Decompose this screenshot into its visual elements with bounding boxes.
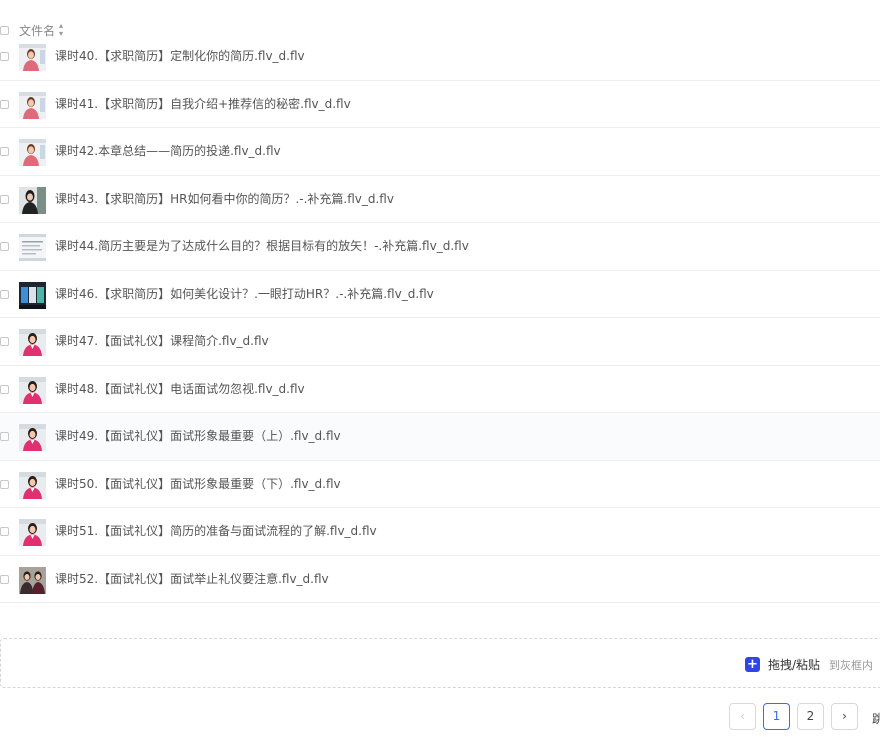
file-name[interactable]: 课时42.本章总结——简历的投递.flv_d.flv [55,142,281,159]
video-thumbnail [19,376,46,404]
dropzone-hint: 到灰框内 [829,659,873,672]
file-name[interactable]: 课时43.【求职简历】HR如何看中你的简历？.-.补充篇.flv_d.flv [55,190,394,207]
jump-to-page-label: 跳 [872,712,880,726]
video-thumbnail [19,281,46,309]
file-row[interactable]: 课时42.本章总结——简历的投递.flv_d.flv [0,128,880,176]
video-thumbnail [19,91,46,119]
dropzone-main-label: 拖拽/粘贴 [768,658,821,672]
row-checkbox[interactable] [0,337,9,346]
row-checkbox[interactable] [0,194,9,204]
row-checkbox[interactable] [0,574,9,584]
chevron-left-icon: ‹ [740,709,745,723]
row-checkbox[interactable] [0,99,9,109]
row-checkbox[interactable] [0,432,9,441]
row-checkbox[interactable] [0,147,9,156]
video-thumbnail [19,329,46,356]
file-name[interactable]: 课时51.【面试礼仪】简历的准备与面试流程的了解.flv_d.flv [55,522,377,539]
file-name[interactable]: 课时52.【面试礼仪】面试举止礼仪要注意.flv_d.flv [55,570,329,587]
row-checkbox[interactable] [0,52,9,61]
row-checkbox[interactable] [0,527,9,536]
row-checkbox[interactable] [0,289,9,299]
file-name[interactable]: 课时44.简历主要是为了达成什么目的？根据目标有的放矢！-.补充篇.flv_d.… [55,237,469,254]
file-row[interactable]: 课时48.【面试礼仪】电话面试勿忽视.flv_d.flv [0,366,880,413]
video-thumbnail [19,139,46,166]
video-thumbnail [19,519,46,546]
file-name[interactable]: 课时48.【面试礼仪】电话面试勿忽视.flv_d.flv [55,380,305,397]
file-row[interactable]: 课时49.【面试礼仪】面试形象最重要（上）.flv_d.flv [0,413,880,461]
video-thumbnail [19,234,46,261]
video-thumbnail [19,186,46,214]
video-thumbnail [19,566,46,594]
file-name[interactable]: 课时50.【面试礼仪】面试形象最重要（下）.flv_d.flv [55,475,341,492]
file-name[interactable]: 课时41.【求职简历】自我介绍+推荐信的秘密.flv_d.flv [55,95,351,112]
video-thumbnail [19,424,46,451]
chevron-right-icon: › [842,709,847,723]
file-name[interactable]: 课时49.【面试礼仪】面试形象最重要（上）.flv_d.flv [55,427,341,444]
file-row[interactable]: 课时44.简历主要是为了达成什么目的？根据目标有的放矢！-.补充篇.flv_d.… [0,223,880,271]
file-row[interactable]: 课时46.【求职简历】如何美化设计？.一眼打动HR？.-.补充篇.flv_d.f… [0,271,880,318]
file-row[interactable]: 课时43.【求职简历】HR如何看中你的简历？.-.补充篇.flv_d.flv [0,176,880,223]
row-checkbox[interactable] [0,479,9,489]
video-thumbnail [19,471,46,499]
file-name[interactable]: 课时47.【面试礼仪】课程简介.flv_d.flv [55,332,269,349]
file-name[interactable]: 课时40.【求职简历】定制化你的简历.flv_d.flv [55,47,305,64]
file-row[interactable]: 课时40.【求职简历】定制化你的简历.flv_d.flv [0,33,880,81]
file-row[interactable]: 课时50.【面试礼仪】面试形象最重要（下）.flv_d.flv [0,461,880,508]
row-checkbox[interactable] [0,242,9,251]
file-row[interactable]: 课时51.【面试礼仪】简历的准备与面试流程的了解.flv_d.flv [0,508,880,556]
prev-page-button[interactable]: ‹ [729,703,756,730]
row-checkbox[interactable] [0,384,9,394]
file-row[interactable]: 课时47.【面试礼仪】课程简介.flv_d.flv [0,318,880,366]
file-list: 课时40.【求职简历】定制化你的简历.flv_d.flv 课时41.【求职简历】自… [0,33,880,603]
video-thumbnail [19,44,46,71]
page-button-1[interactable]: 1 [763,703,790,730]
file-row[interactable]: 课时52.【面试礼仪】面试举止礼仪要注意.flv_d.flv [0,556,880,603]
page-button-2[interactable]: 2 [797,703,824,730]
file-row[interactable]: 课时41.【求职简历】自我介绍+推荐信的秘密.flv_d.flv [0,81,880,128]
next-page-button[interactable]: › [831,703,858,730]
file-name[interactable]: 课时46.【求职简历】如何美化设计？.一眼打动HR？.-.补充篇.flv_d.f… [55,285,434,302]
plus-icon[interactable]: + [745,657,760,672]
